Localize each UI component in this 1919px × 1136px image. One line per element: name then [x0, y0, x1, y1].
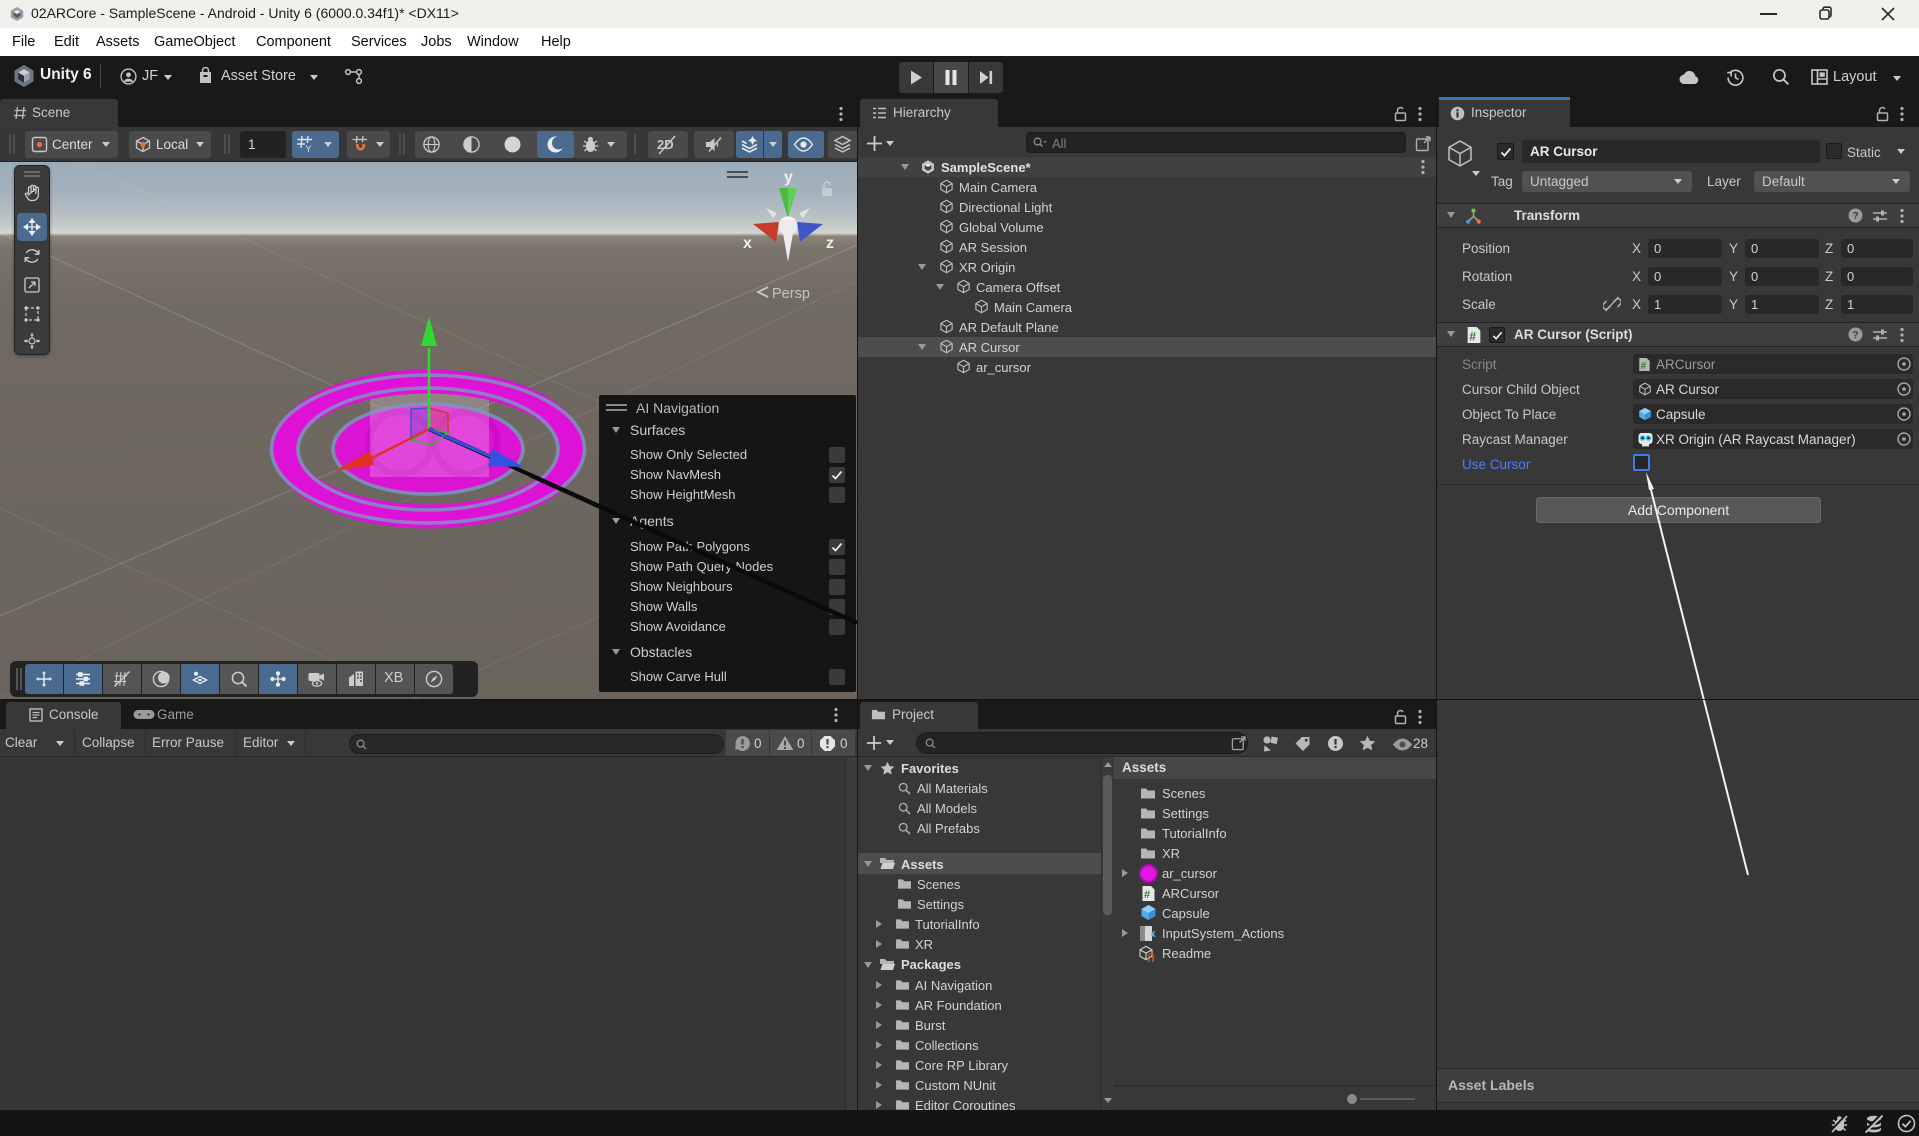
- svg-text:?: ?: [1853, 211, 1859, 222]
- svg-text:Y: Y: [306, 144, 312, 154]
- svg-text:#: #: [1469, 329, 1476, 343]
- svg-text:#: #: [1144, 889, 1150, 901]
- svg-text:#: #: [1641, 361, 1647, 372]
- svg-text:{}: {}: [1147, 953, 1155, 962]
- svg-text:?: ?: [1853, 330, 1859, 341]
